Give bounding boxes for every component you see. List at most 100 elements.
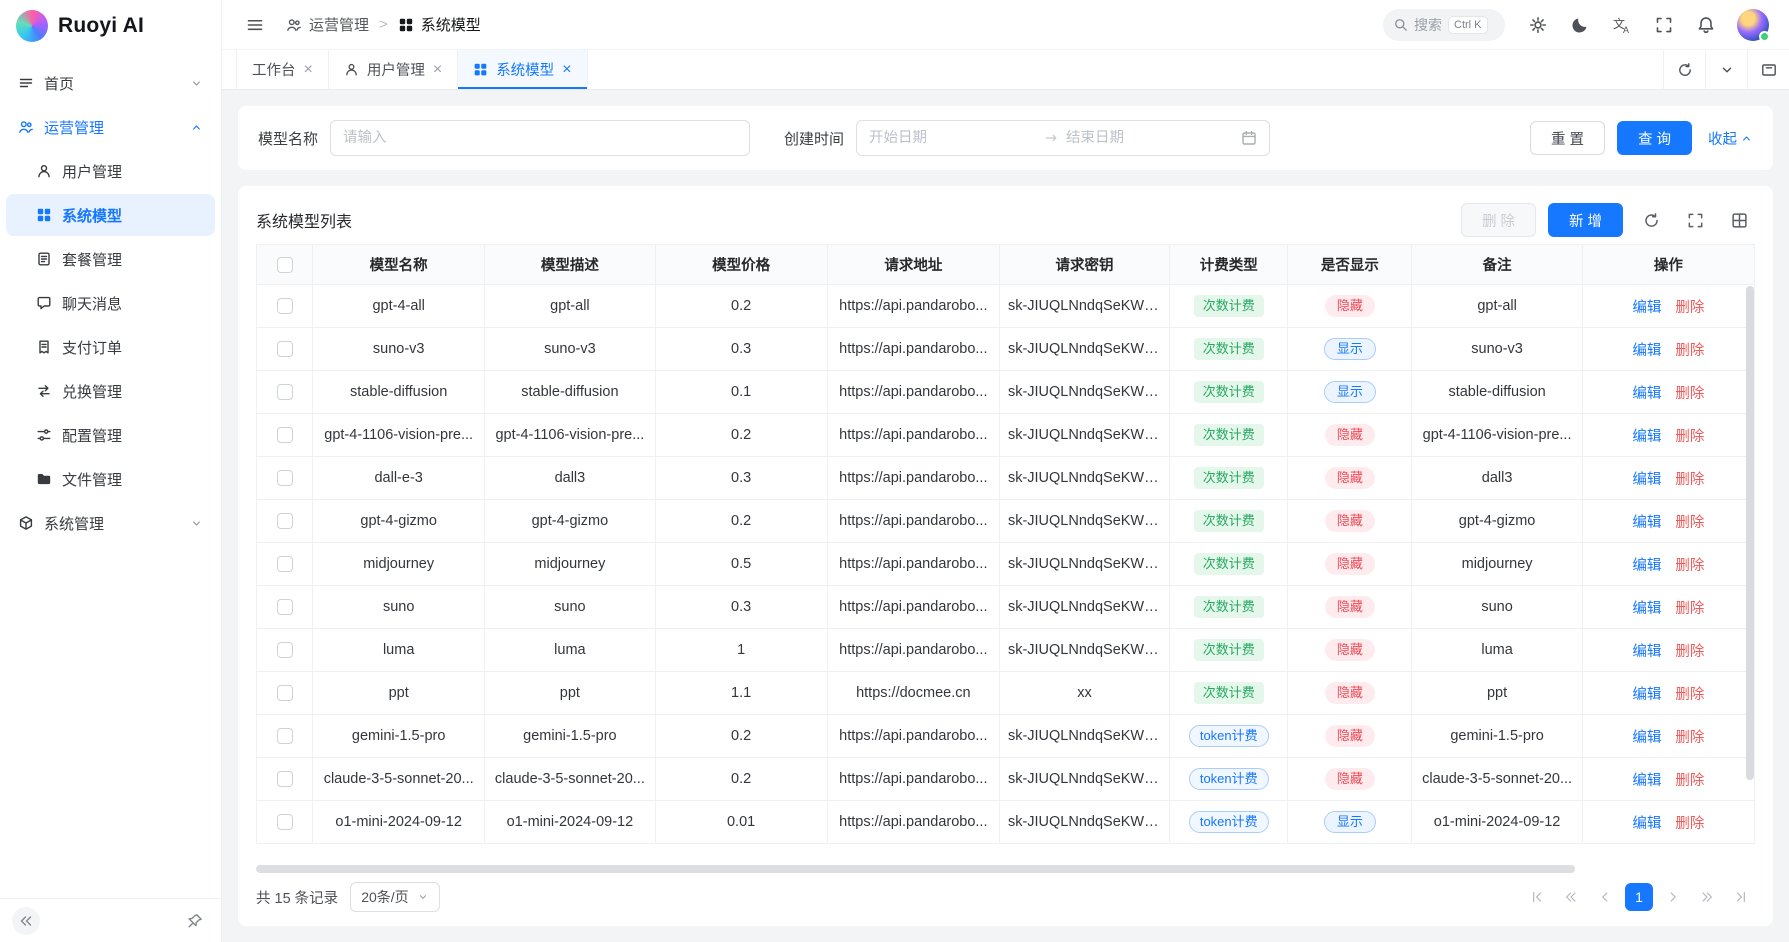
- vertical-scrollbar[interactable]: [1746, 286, 1754, 860]
- query-button[interactable]: 查 询: [1617, 121, 1692, 155]
- next-10-button[interactable]: [1693, 883, 1721, 911]
- close-icon[interactable]: ×: [562, 62, 571, 78]
- delete-link[interactable]: 删除: [1675, 472, 1704, 488]
- edit-link[interactable]: 编辑: [1632, 601, 1661, 617]
- horizontal-scrollbar[interactable]: [256, 864, 1755, 874]
- edit-link[interactable]: 编辑: [1632, 472, 1661, 488]
- delete-link[interactable]: 删除: [1675, 386, 1704, 402]
- sidebar-subitem-0[interactable]: 用户管理: [6, 150, 215, 192]
- cell-url: https://api.pandarobo...: [827, 715, 999, 758]
- sidebar-subitem-3[interactable]: 聊天消息: [6, 282, 215, 324]
- user-avatar[interactable]: [1737, 9, 1769, 41]
- row-checkbox[interactable]: [277, 556, 293, 572]
- sidebar-subitem-6[interactable]: 配置管理: [6, 414, 215, 456]
- sidebar-item-0[interactable]: 首页: [6, 62, 215, 104]
- batch-delete-button[interactable]: 删 除: [1461, 203, 1536, 237]
- sidebar-subitem-7[interactable]: 文件管理: [6, 458, 215, 500]
- delete-link[interactable]: 删除: [1675, 730, 1704, 746]
- breadcrumb-item[interactable]: 系统模型: [398, 14, 481, 35]
- refresh-page-button[interactable]: [1663, 50, 1705, 89]
- breadcrumb-item[interactable]: 运营管理: [286, 14, 369, 35]
- vertical-scrollbar-thumb[interactable]: [1746, 286, 1754, 780]
- last-page-button[interactable]: [1727, 883, 1755, 911]
- prev-page-button[interactable]: [1591, 883, 1619, 911]
- sidebar-item-1[interactable]: 运营管理: [6, 106, 215, 148]
- notifications-button[interactable]: [1689, 8, 1723, 42]
- prev-10-button[interactable]: [1557, 883, 1585, 911]
- delete-link[interactable]: 删除: [1675, 300, 1704, 316]
- sidebar-subitem-1[interactable]: 系统模型: [6, 194, 215, 236]
- end-date-input[interactable]: [1066, 130, 1233, 146]
- row-checkbox[interactable]: [277, 470, 293, 486]
- tab-1[interactable]: 用户管理×: [329, 50, 458, 89]
- edit-link[interactable]: 编辑: [1632, 386, 1661, 402]
- edit-link[interactable]: 编辑: [1632, 773, 1661, 789]
- edit-link[interactable]: 编辑: [1632, 515, 1661, 531]
- row-checkbox[interactable]: [277, 642, 293, 658]
- date-range-picker[interactable]: [856, 120, 1270, 156]
- sidebar-subitem-4[interactable]: 支付订单: [6, 326, 215, 368]
- delete-link[interactable]: 删除: [1675, 773, 1704, 789]
- row-checkbox[interactable]: [277, 427, 293, 443]
- first-page-button[interactable]: [1523, 883, 1551, 911]
- delete-link[interactable]: 删除: [1675, 429, 1704, 445]
- edit-link[interactable]: 编辑: [1632, 730, 1661, 746]
- delete-link[interactable]: 删除: [1675, 601, 1704, 617]
- edit-link[interactable]: 编辑: [1632, 343, 1661, 359]
- tab-0[interactable]: 工作台×: [236, 50, 329, 89]
- table-fullscreen-button[interactable]: [1679, 204, 1711, 236]
- edit-link[interactable]: 编辑: [1632, 644, 1661, 660]
- edit-link[interactable]: 编辑: [1632, 300, 1661, 316]
- select-all-checkbox[interactable]: [277, 257, 293, 273]
- close-icon[interactable]: ×: [433, 62, 442, 78]
- row-checkbox[interactable]: [277, 513, 293, 529]
- close-icon[interactable]: ×: [304, 62, 313, 78]
- row-checkbox[interactable]: [277, 771, 293, 787]
- content-fullscreen-button[interactable]: [1747, 50, 1789, 89]
- delete-link[interactable]: 删除: [1675, 515, 1704, 531]
- row-checkbox[interactable]: [277, 599, 293, 615]
- delete-link[interactable]: 删除: [1675, 687, 1704, 703]
- edit-link[interactable]: 编辑: [1632, 558, 1661, 574]
- sidebar-subitem-2[interactable]: 套餐管理: [6, 238, 215, 280]
- refresh-table-button[interactable]: [1635, 204, 1667, 236]
- next-page-button[interactable]: [1659, 883, 1687, 911]
- add-button[interactable]: 新 增: [1548, 203, 1623, 237]
- fullscreen-button[interactable]: [1647, 8, 1681, 42]
- sidebar-toggle-button[interactable]: [238, 8, 272, 42]
- chevron-down-icon: [417, 891, 429, 903]
- edit-link[interactable]: 编辑: [1632, 429, 1661, 445]
- table-body: gpt-4-allgpt-all0.2https://api.pandarobo…: [257, 285, 1755, 844]
- delete-link[interactable]: 删除: [1675, 343, 1704, 359]
- logo[interactable]: Ruoyi AI: [0, 0, 221, 52]
- row-checkbox[interactable]: [277, 685, 293, 701]
- row-checkbox[interactable]: [277, 298, 293, 314]
- delete-link[interactable]: 删除: [1675, 558, 1704, 574]
- delete-link[interactable]: 删除: [1675, 644, 1704, 660]
- current-page-button[interactable]: 1: [1625, 883, 1653, 911]
- sidebar-pin-button[interactable]: [181, 907, 209, 935]
- page-size-select[interactable]: 20条/页: [350, 882, 439, 912]
- model-name-input[interactable]: [330, 120, 750, 156]
- row-checkbox[interactable]: [277, 384, 293, 400]
- row-checkbox[interactable]: [277, 728, 293, 744]
- column-settings-button[interactable]: [1723, 204, 1755, 236]
- sidebar-collapse-button[interactable]: [12, 907, 40, 935]
- row-checkbox[interactable]: [277, 814, 293, 830]
- language-button[interactable]: 文A: [1605, 8, 1639, 42]
- row-checkbox[interactable]: [277, 341, 293, 357]
- tab-menu-button[interactable]: [1705, 50, 1747, 89]
- global-search[interactable]: 搜索 Ctrl K: [1383, 9, 1505, 41]
- collapse-filter-button[interactable]: 收起: [1708, 128, 1753, 149]
- settings-button[interactable]: [1521, 8, 1555, 42]
- delete-link[interactable]: 删除: [1675, 816, 1704, 832]
- sidebar-item-2[interactable]: 系统管理: [6, 502, 215, 544]
- horizontal-scrollbar-thumb[interactable]: [256, 865, 1575, 873]
- edit-link[interactable]: 编辑: [1632, 816, 1661, 832]
- sidebar-subitem-5[interactable]: 兑换管理: [6, 370, 215, 412]
- edit-link[interactable]: 编辑: [1632, 687, 1661, 703]
- tab-2[interactable]: 系统模型×: [458, 50, 587, 89]
- theme-toggle-button[interactable]: [1563, 8, 1597, 42]
- start-date-input[interactable]: [869, 130, 1036, 146]
- reset-button[interactable]: 重 置: [1530, 121, 1605, 155]
